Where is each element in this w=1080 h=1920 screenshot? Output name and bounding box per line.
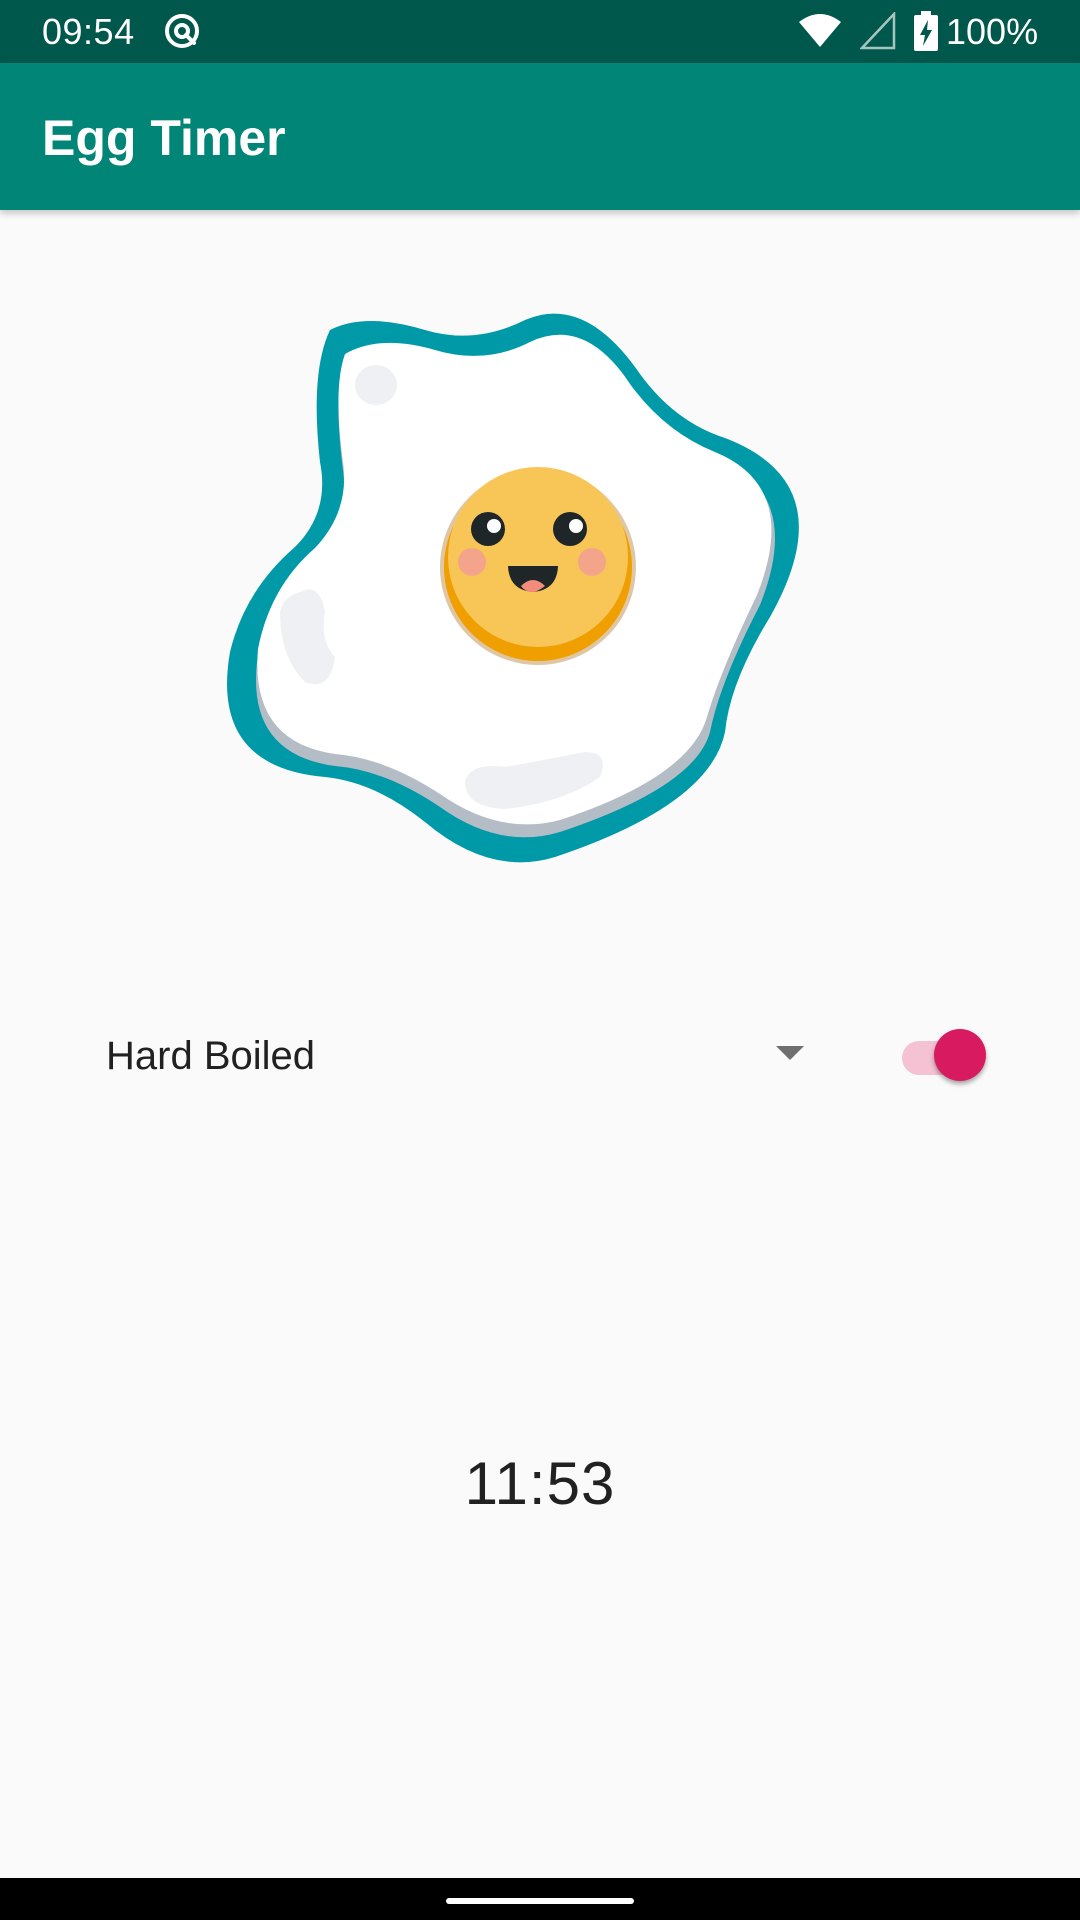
screen: 09:54 100% Egg Timer Hard Boiled 11:53: [0, 0, 1080, 1920]
battery-percentage: 100%: [946, 11, 1039, 52]
dropdown-arrow-icon: [776, 1046, 804, 1060]
egg-type-spinner[interactable]: Hard Boiled: [100, 1020, 820, 1090]
app-title: Egg Timer: [42, 110, 286, 166]
timer-display: 11:53: [464, 1450, 616, 1517]
cellular-signal-icon: [860, 12, 896, 50]
home-indicator[interactable]: [446, 1898, 634, 1904]
egg-cheek-right: [578, 548, 606, 576]
status-bar: 09:54 100%: [0, 0, 1080, 63]
status-time: 09:54: [42, 11, 135, 52]
egg-highlight: [355, 365, 397, 405]
fried-egg-illustration: [227, 313, 799, 863]
navigation-bar: [0, 1878, 1080, 1920]
timer-toggle-switch[interactable]: [900, 1024, 990, 1084]
egg-cheek-left: [458, 548, 486, 576]
battery-charging-icon: [914, 11, 938, 51]
switch-thumb: [934, 1029, 986, 1081]
egg-eye-right-shine: [569, 519, 583, 533]
wifi-icon: [799, 14, 841, 47]
app-notification-icon: [165, 14, 199, 48]
egg-type-selected: Hard Boiled: [106, 1034, 316, 1078]
egg-eye-left-shine: [487, 519, 501, 533]
app-bar: Egg Timer: [0, 63, 1080, 210]
